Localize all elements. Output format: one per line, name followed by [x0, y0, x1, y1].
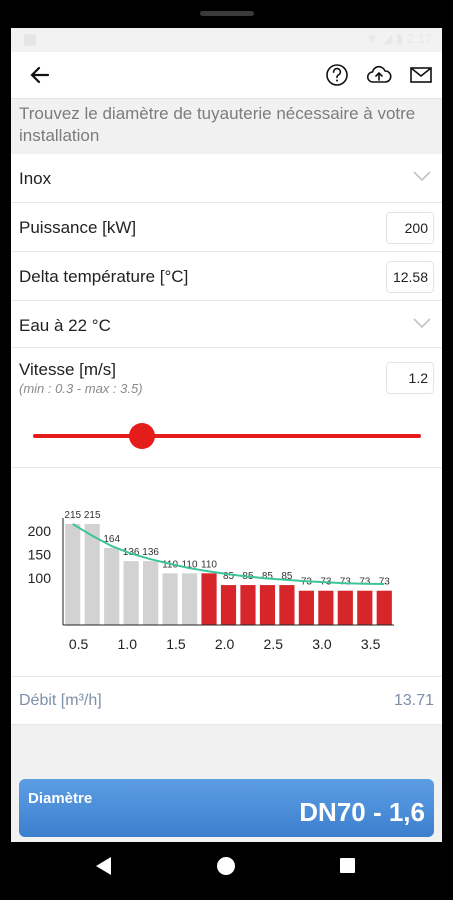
wifi-icon: ▼	[365, 31, 379, 46]
speed-input[interactable]: 1.2	[386, 362, 434, 394]
chart-bar	[220, 585, 237, 625]
chart-bar	[259, 585, 276, 625]
x-tick-label: 3.0	[312, 636, 332, 652]
chart-bar	[337, 590, 353, 625]
x-tick-label: 1.5	[166, 636, 186, 652]
fluid-select[interactable]: Eau à 22 °C	[11, 301, 442, 348]
bar-value-label: 85	[262, 571, 274, 582]
y-tick-label: 100	[28, 570, 52, 586]
power-label: Puissance [kW]	[19, 218, 137, 237]
signal-icon: ◢	[382, 31, 393, 46]
chart-svg: 200150100215 215164136 136110 110 11085 85 85 8…	[28, 510, 394, 652]
intro-text: Trouvez le diamètre de tuyauterie nécess…	[11, 98, 442, 154]
bar-value-label: 136	[123, 547, 140, 558]
notification-icon	[24, 34, 36, 46]
bar-value-label: 215	[84, 510, 101, 521]
diameter-chart: 200 150 100 215 215 164 136 136 110 110 110 85 85 85 8…	[11, 467, 442, 677]
power-input[interactable]: 200	[386, 212, 434, 244]
bar-value-label: 73	[359, 577, 371, 588]
chart-bar	[104, 547, 120, 625]
cloud-upload-icon[interactable]	[366, 62, 392, 88]
nav-back-icon[interactable]	[96, 857, 111, 875]
app-screen: ▼ ◢ ▮ 2:17 Trouvez le diamètre de tuyaut…	[11, 28, 442, 842]
arrow-left-icon[interactable]	[27, 62, 53, 88]
chart-bar	[162, 573, 178, 625]
speed-label: Vitesse [m/s]	[19, 360, 116, 379]
speed-row: Vitesse [m/s] (min : 0.3 - max : 3.5) 1.…	[11, 348, 442, 467]
result-value: DN70 - 1,6	[299, 797, 425, 827]
mail-icon[interactable]	[408, 62, 434, 88]
app-bar	[11, 52, 442, 98]
chart-bar	[123, 561, 139, 625]
chart-bar	[240, 585, 256, 625]
chart-bar	[298, 590, 314, 625]
debit-row: Débit [m³/h] 13.71	[11, 677, 442, 725]
speed-slider-thumb[interactable]	[129, 423, 156, 449]
nav-recent-icon[interactable]	[340, 858, 355, 873]
system-nav-bar	[0, 842, 453, 900]
nav-home-icon[interactable]	[217, 857, 235, 875]
y-tick-label: 200	[28, 523, 52, 539]
material-label: Inox	[19, 169, 52, 188]
bar-value-label: 215	[64, 510, 81, 521]
battery-icon: ▮	[395, 31, 404, 46]
chart-bar	[65, 524, 81, 625]
status-bar: ▼ ◢ ▮ 2:17	[11, 28, 442, 52]
delta-temp-label: Delta température [°C]	[19, 267, 189, 286]
result-label: Diamètre	[28, 790, 93, 807]
status-time: 2:17	[406, 31, 432, 46]
chevron-down-icon[interactable]	[412, 170, 432, 182]
power-row: Puissance [kW] 200	[11, 203, 442, 252]
phone-top-bezel	[0, 0, 453, 28]
speaker-grille	[200, 11, 254, 16]
chart-bar	[376, 590, 392, 625]
chart-bar	[181, 573, 198, 625]
help-icon[interactable]	[324, 62, 350, 88]
chart-bar	[201, 573, 217, 625]
speed-hint: (min : 0.3 - max : 3.5)	[19, 381, 143, 396]
y-tick-label: 150	[28, 547, 52, 563]
chart-bar	[357, 590, 373, 625]
delta-temp-input[interactable]: 12.58	[386, 261, 434, 293]
chevron-down-icon[interactable]	[412, 317, 432, 329]
bar-value-label: 110	[201, 559, 217, 570]
x-tick-label: 0.5	[69, 636, 89, 652]
x-tick-label: 1.0	[118, 636, 138, 652]
result-card: Diamètre DN70 - 1,6	[19, 779, 434, 837]
fluid-label: Eau à 22 °C	[19, 316, 111, 335]
debit-value: 13.71	[393, 692, 434, 709]
x-tick-label: 2.5	[264, 636, 284, 652]
chart-bar	[279, 585, 295, 625]
material-select[interactable]: Inox	[11, 154, 442, 203]
x-tick-label: 3.5	[361, 636, 381, 652]
bar-value-label: 136	[142, 547, 159, 558]
bar-value-label: 73	[379, 577, 391, 588]
chart-bar	[318, 590, 334, 625]
chart-bar	[143, 561, 159, 625]
speed-slider-track[interactable]	[33, 434, 421, 438]
delta-temp-row: Delta température [°C] 12.58	[11, 252, 442, 301]
debit-label: Débit [m³/h]	[19, 692, 102, 709]
status-icons: ▼ ◢ ▮ 2:17	[366, 31, 432, 47]
x-tick-label: 2.0	[215, 636, 235, 652]
